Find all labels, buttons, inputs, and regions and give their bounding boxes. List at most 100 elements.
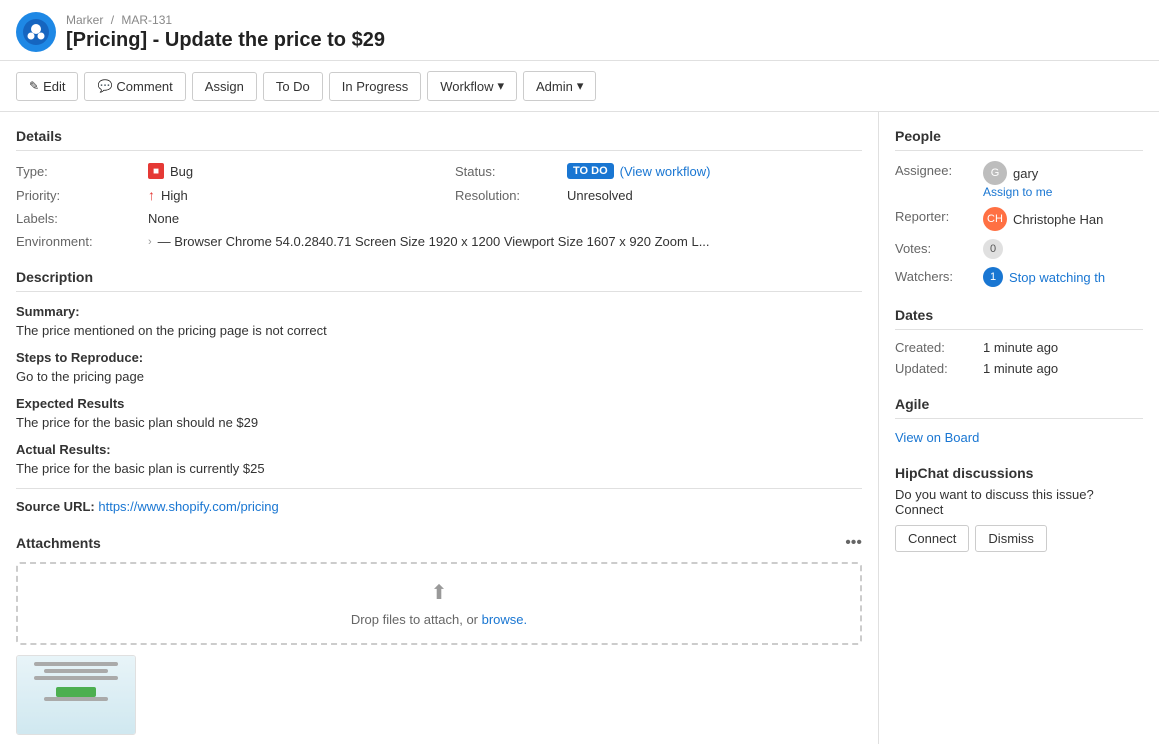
view-on-board-link[interactable]: View on Board: [895, 430, 979, 445]
thumb-button: [56, 687, 96, 697]
people-section: People Assignee: G gary Assign to me Rep…: [895, 128, 1143, 287]
assign-label: Assign: [205, 79, 244, 94]
assignee-name: gary: [1013, 166, 1038, 181]
priority-value: ↑ High: [148, 187, 443, 203]
resolution-text: Unresolved: [567, 188, 633, 203]
reporter-label: Reporter:: [895, 207, 975, 224]
description-section-title: Description: [16, 269, 862, 292]
comment-icon: 💬: [97, 79, 112, 93]
votes-row: Votes: 0: [895, 239, 1143, 259]
assign-to-me-link[interactable]: Assign to me: [983, 185, 1052, 199]
environment-text: — Browser Chrome 54.0.2840.71 Screen Siz…: [158, 234, 710, 249]
expected-heading: Expected Results: [16, 396, 862, 411]
bug-icon: ■: [148, 163, 164, 179]
created-row: Created: 1 minute ago: [895, 340, 1143, 355]
status-value: TO DO (View workflow): [567, 163, 862, 179]
updated-row: Updated: 1 minute ago: [895, 361, 1143, 376]
assignee-label: Assignee:: [895, 161, 975, 178]
details-section-title: Details: [16, 128, 862, 151]
project-link[interactable]: Marker: [66, 13, 103, 27]
thumb-line-4: [44, 697, 108, 701]
stop-watching-link[interactable]: Stop watching th: [1009, 270, 1105, 285]
updated-label: Updated:: [895, 361, 975, 376]
drop-zone[interactable]: ⬆ Drop files to attach, or browse.: [16, 562, 862, 645]
todo-label: To Do: [276, 79, 310, 94]
steps-text: Go to the pricing page: [16, 369, 862, 384]
actual-text: The price for the basic plan is currentl…: [16, 461, 862, 476]
agile-section: Agile View on Board: [895, 396, 1143, 445]
priority-text: High: [161, 188, 188, 203]
assignee-with-avatar: G gary: [983, 161, 1052, 185]
sidebar: People Assignee: G gary Assign to me Rep…: [879, 112, 1159, 744]
attachments-title: Attachments: [16, 535, 101, 551]
edit-button[interactable]: ✎ Edit: [16, 72, 78, 101]
workflow-button[interactable]: Workflow ▾: [427, 71, 517, 101]
status-badge: TO DO: [567, 163, 614, 179]
attachment-thumbnail[interactable]: [16, 655, 136, 735]
priority-label: Priority:: [16, 188, 136, 203]
reporter-with-avatar: CH Christophe Han: [983, 207, 1103, 231]
assign-button[interactable]: Assign: [192, 72, 257, 101]
environment-label: Environment:: [16, 234, 136, 249]
steps-heading: Steps to Reproduce:: [16, 350, 862, 365]
expected-block: Expected Results The price for the basic…: [16, 396, 862, 430]
in-progress-button[interactable]: In Progress: [329, 72, 421, 101]
labels-label: Labels:: [16, 211, 136, 226]
comment-label: Comment: [116, 79, 172, 94]
votes-label: Votes:: [895, 239, 975, 256]
connect-button[interactable]: Connect: [895, 525, 969, 552]
main-layout: Details Type: ■ Bug Status: TO DO (View …: [0, 112, 1159, 744]
thumb-line-1: [34, 662, 119, 666]
view-workflow-link[interactable]: (View workflow): [620, 164, 711, 179]
source-url-link[interactable]: https://www.shopify.com/pricing: [98, 499, 278, 514]
assignee-info: G gary Assign to me: [983, 161, 1052, 199]
hipchat-buttons: Connect Dismiss: [895, 525, 1143, 552]
issue-id-link[interactable]: MAR-131: [121, 13, 172, 27]
breadcrumb-separator: /: [111, 13, 114, 27]
people-section-title: People: [895, 128, 1143, 151]
browse-link[interactable]: browse.: [482, 612, 528, 627]
updated-value: 1 minute ago: [983, 361, 1058, 376]
environment-value: › — Browser Chrome 54.0.2840.71 Screen S…: [148, 234, 862, 249]
labels-value: None: [148, 211, 443, 226]
todo-button[interactable]: To Do: [263, 72, 323, 101]
created-label: Created:: [895, 340, 975, 355]
reporter-name: Christophe Han: [1013, 212, 1103, 227]
chevron-down-icon: ▾: [497, 78, 504, 94]
app-logo: [16, 12, 56, 52]
labels-text: None: [148, 211, 179, 226]
divider: [16, 488, 862, 489]
in-progress-label: In Progress: [342, 79, 408, 94]
page-header: Marker / MAR-131 [Pricing] - Update the …: [0, 0, 1159, 61]
issue-title: [Pricing] - Update the price to $29: [66, 29, 385, 52]
details-section: Details Type: ■ Bug Status: TO DO (View …: [16, 128, 862, 249]
source-url-label: Source URL:: [16, 499, 95, 514]
thumb-content: [17, 656, 135, 734]
details-grid: Type: ■ Bug Status: TO DO (View workflow…: [16, 163, 862, 249]
thumb-line-3: [34, 676, 119, 680]
thumb-line-2: [44, 669, 108, 673]
created-value: 1 minute ago: [983, 340, 1058, 355]
drop-zone-text: Drop files to attach, or browse.: [351, 612, 527, 627]
status-label: Status:: [455, 164, 555, 179]
type-value: ■ Bug: [148, 163, 443, 179]
reporter-avatar: CH: [983, 207, 1007, 231]
description-section: Description Summary: The price mentioned…: [16, 269, 862, 514]
toolbar: ✎ Edit 💬 Comment Assign To Do In Progres…: [0, 61, 1159, 112]
dismiss-button[interactable]: Dismiss: [975, 525, 1047, 552]
dates-section-title: Dates: [895, 307, 1143, 330]
breadcrumb: Marker / MAR-131 [Pricing] - Update the …: [66, 13, 385, 52]
watchers-label: Watchers:: [895, 267, 975, 284]
watchers-with-badge: 1 Stop watching th: [983, 267, 1105, 287]
type-text: Bug: [170, 164, 193, 179]
resolution-label: Resolution:: [455, 188, 555, 203]
comment-button[interactable]: 💬 Comment: [84, 72, 185, 101]
workflow-label: Workflow: [440, 79, 493, 94]
admin-button[interactable]: Admin ▾: [523, 71, 596, 101]
admin-label: Admin: [536, 79, 573, 94]
hipchat-description: Do you want to discuss this issue? Conne…: [895, 487, 1143, 517]
hipchat-title: HipChat discussions: [895, 465, 1143, 481]
chevron-down-icon: ▾: [577, 78, 584, 94]
attachments-more-button[interactable]: •••: [845, 534, 862, 552]
assignee-row: Assignee: G gary Assign to me: [895, 161, 1143, 199]
